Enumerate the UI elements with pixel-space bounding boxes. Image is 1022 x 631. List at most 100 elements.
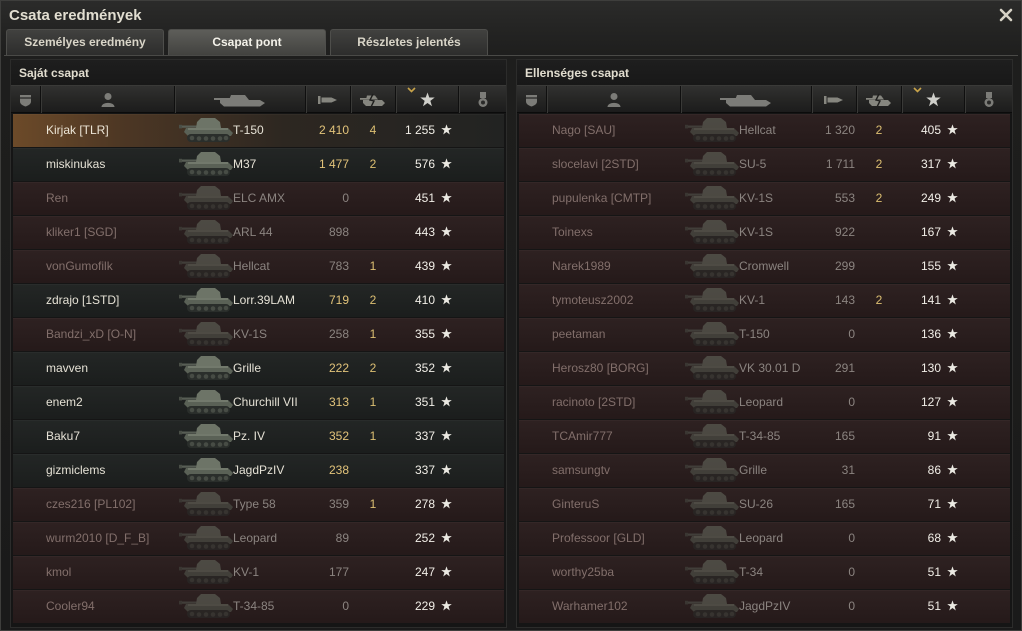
kills-value: 2 bbox=[369, 361, 377, 375]
vehicle-name: KV-1S bbox=[233, 327, 268, 341]
column-header-platoon[interactable] bbox=[11, 86, 41, 113]
damage-value: 165 bbox=[834, 429, 855, 443]
player-row[interactable]: pupulenka [CMTP] KV-1S 553 2 249 bbox=[519, 182, 1010, 215]
player-name[interactable]: Baku7 bbox=[46, 420, 80, 453]
star-icon bbox=[947, 158, 958, 169]
player-row[interactable]: zdrajo [1STD] Lorr.39LAM 719 2 410 bbox=[13, 284, 504, 317]
damage-value: 359 bbox=[328, 497, 349, 511]
player-row[interactable]: worthy25ba T-34 0 51 bbox=[519, 556, 1010, 589]
column-header-medal[interactable] bbox=[459, 86, 506, 113]
player-row[interactable]: wurm2010 [D_F_B] Leopard 89 252 bbox=[13, 522, 504, 555]
medal-icon bbox=[477, 91, 489, 108]
player-name[interactable]: wurm2010 [D_F_B] bbox=[46, 522, 149, 555]
player-row[interactable]: mavven Grille 222 2 352 bbox=[13, 352, 504, 385]
player-name[interactable]: Herosz80 [BORG] bbox=[552, 352, 649, 385]
player-row[interactable]: Cooler94 T-34-85 0 229 bbox=[13, 590, 504, 623]
player-row[interactable]: miskinukas M37 1 477 2 576 bbox=[13, 148, 504, 181]
player-name[interactable]: enem2 bbox=[46, 386, 83, 419]
player-row[interactable]: Toinexs KV-1S 922 167 bbox=[519, 216, 1010, 249]
player-row[interactable]: TCAmir777 T-34-85 165 91 bbox=[519, 420, 1010, 453]
player-name[interactable]: Kirjak [TLR] bbox=[46, 114, 109, 147]
column-header-xp-star[interactable] bbox=[396, 86, 459, 113]
player-name[interactable]: vonGumofilk bbox=[46, 250, 113, 283]
vehicle-icon bbox=[684, 319, 740, 350]
player-row[interactable]: GinteruS SU-26 165 71 bbox=[519, 488, 1010, 521]
player-row[interactable]: vonGumofilk Hellcat 783 1 439 bbox=[13, 250, 504, 283]
column-header-damage[interactable] bbox=[306, 86, 351, 113]
column-header-platoon[interactable] bbox=[517, 86, 547, 113]
player-name[interactable]: Nago [SAU] bbox=[552, 114, 615, 147]
vehicle-icon bbox=[178, 285, 234, 316]
player-name[interactable]: tymoteusz2002 bbox=[552, 284, 633, 317]
player-name[interactable]: Warhamer102 bbox=[552, 590, 628, 623]
player-row[interactable]: Bandzi_xD [O-N] KV-1S 258 1 355 bbox=[13, 318, 504, 351]
player-row[interactable]: Narek1989 Cromwell 299 155 bbox=[519, 250, 1010, 283]
player-row[interactable]: Nago [SAU] Hellcat 1 320 2 405 bbox=[519, 114, 1010, 147]
xp-value: 443 bbox=[414, 225, 435, 239]
player-name[interactable]: Cooler94 bbox=[46, 590, 95, 623]
player-row[interactable]: enem2 Churchill VII 313 1 351 bbox=[13, 386, 504, 419]
player-name[interactable]: peetaman bbox=[552, 318, 605, 351]
player-row[interactable]: Baku7 Pz. IV 352 1 337 bbox=[13, 420, 504, 453]
column-header-medal[interactable] bbox=[965, 86, 1012, 113]
column-header-damage[interactable] bbox=[812, 86, 857, 113]
player-name[interactable]: Professoor [GLD] bbox=[552, 522, 645, 555]
player-row[interactable]: peetaman T-150 0 136 bbox=[519, 318, 1010, 351]
column-header-player[interactable] bbox=[41, 86, 175, 113]
player-row[interactable]: gizmiclems JagdPzIV 238 337 bbox=[13, 454, 504, 487]
player-name[interactable]: samsungtv bbox=[552, 454, 610, 487]
player-name[interactable]: mavven bbox=[46, 352, 88, 385]
player-row[interactable]: Professoor [GLD] Leopard 0 68 bbox=[519, 522, 1010, 555]
current-player-row[interactable]: Kirjak [TLR] T-150 2 410 4 1 255 bbox=[13, 114, 504, 147]
tab-team-score[interactable]: Csapat pont bbox=[168, 29, 326, 55]
star-icon bbox=[947, 192, 958, 203]
vehicle-name: T-34-85 bbox=[233, 599, 275, 613]
column-header-xp-star[interactable] bbox=[902, 86, 965, 113]
star-icon bbox=[947, 396, 958, 407]
kills-value: 2 bbox=[875, 157, 883, 171]
player-name[interactable]: pupulenka [CMTP] bbox=[552, 182, 651, 215]
column-header-kills[interactable] bbox=[351, 86, 396, 113]
xp-value: 247 bbox=[414, 565, 435, 579]
player-row[interactable]: samsungtv Grille 31 86 bbox=[519, 454, 1010, 487]
player-row[interactable]: czes216 [PL102] Type 58 359 1 278 bbox=[13, 488, 504, 521]
damage-value: 719 bbox=[328, 293, 349, 307]
xp-star-icon bbox=[419, 92, 435, 107]
player-row[interactable]: slocelavi [2STD] SU-5 1 711 2 317 bbox=[519, 148, 1010, 181]
star-icon bbox=[441, 260, 452, 271]
xp-value: 351 bbox=[414, 395, 435, 409]
player-name[interactable]: kliker1 [SGD] bbox=[46, 216, 117, 249]
column-header-vehicle[interactable] bbox=[175, 86, 306, 113]
player-row[interactable]: Herosz80 [BORG] VK 30.01 D 291 130 bbox=[519, 352, 1010, 385]
player-name[interactable]: gizmiclems bbox=[46, 454, 105, 487]
player-row[interactable]: kmol KV-1 177 247 bbox=[13, 556, 504, 589]
player-name[interactable]: GinteruS bbox=[552, 488, 599, 521]
player-name[interactable]: Bandzi_xD [O-N] bbox=[46, 318, 136, 351]
close-button[interactable] bbox=[999, 8, 1013, 22]
player-name[interactable]: Narek1989 bbox=[552, 250, 611, 283]
column-header-row bbox=[517, 85, 1012, 113]
player-name[interactable]: miskinukas bbox=[46, 148, 105, 181]
player-name[interactable]: slocelavi [2STD] bbox=[552, 148, 639, 181]
player-row[interactable]: tymoteusz2002 KV-1 143 2 141 bbox=[519, 284, 1010, 317]
player-row[interactable]: racinoto [2STD] Leopard 0 127 bbox=[519, 386, 1010, 419]
player-name[interactable]: Toinexs bbox=[552, 216, 593, 249]
player-name[interactable]: Ren bbox=[46, 182, 68, 215]
tab-detailed-report[interactable]: Részletes jelentés bbox=[330, 29, 488, 55]
player-name[interactable]: racinoto [2STD] bbox=[552, 386, 635, 419]
player-name[interactable]: zdrajo [1STD] bbox=[46, 284, 119, 317]
player-name[interactable]: TCAmir777 bbox=[552, 420, 613, 453]
player-row[interactable]: Warhamer102 JagdPzIV 0 51 bbox=[519, 590, 1010, 623]
tab-personal-result[interactable]: Személyes eredmény bbox=[6, 29, 164, 55]
column-header-kills[interactable] bbox=[857, 86, 902, 113]
player-row[interactable]: kliker1 [SGD] ARL 44 898 443 bbox=[13, 216, 504, 249]
vehicle-name: SU-5 bbox=[739, 157, 767, 171]
player-name[interactable]: czes216 [PL102] bbox=[46, 488, 135, 521]
kills-value: 2 bbox=[875, 123, 883, 137]
player-row[interactable]: Ren ELC AMX 0 451 bbox=[13, 182, 504, 215]
player-name[interactable]: worthy25ba bbox=[552, 556, 614, 589]
column-header-vehicle[interactable] bbox=[681, 86, 812, 113]
player-name[interactable]: kmol bbox=[46, 556, 71, 589]
damage-value: 2 410 bbox=[318, 123, 349, 137]
column-header-player[interactable] bbox=[547, 86, 681, 113]
